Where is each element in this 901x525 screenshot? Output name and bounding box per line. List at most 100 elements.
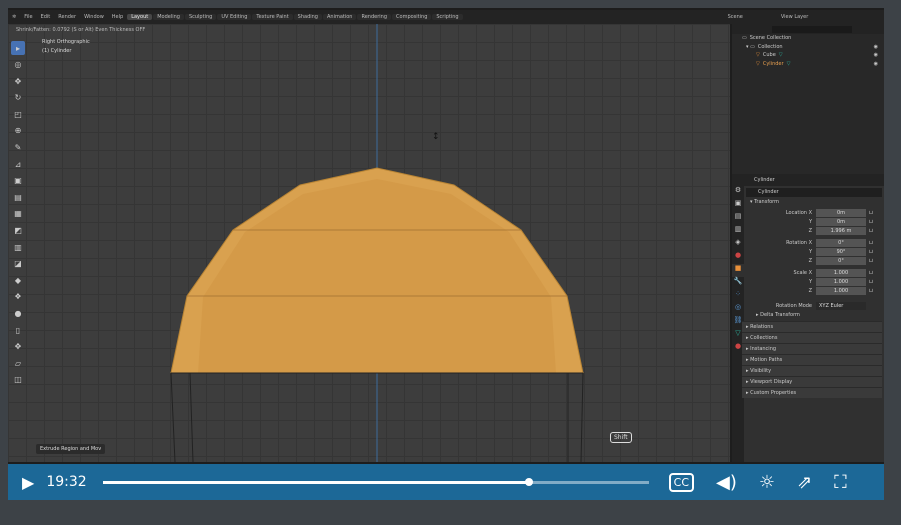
menu-window[interactable]: Window [80,14,108,20]
shear-tool-icon[interactable]: ▱ [11,356,25,370]
outliner-item[interactable]: ▾ ▭ Collection ◉ [732,43,884,52]
add-cube-tool-icon[interactable]: ▣ [11,174,25,188]
menu-file[interactable]: File [20,14,36,20]
transform-value-input[interactable]: 0° [816,238,866,247]
transform-value-input[interactable]: 90° [816,247,866,256]
lock-icon[interactable]: ⊔ [869,258,873,264]
lock-icon[interactable]: ⊔ [869,210,873,216]
transform-value-input[interactable]: 1.000 [816,268,866,277]
scene-tab-icon[interactable]: ◈ [732,238,744,251]
transform-field: Y 90° ⊔ [808,247,873,256]
panel-section[interactable]: ▸ Custom Properties [742,387,882,398]
transform-value-input[interactable]: 1.996 m [816,226,866,235]
world-tab-icon[interactable]: ● [732,251,744,264]
tab-layout[interactable]: Layout [127,14,153,20]
transform-field: Y 0m ⊔ [808,217,873,226]
play-icon[interactable]: ▶ [22,473,34,492]
collection-icon: ▾ ▭ [746,43,755,50]
object-tab-icon[interactable]: ■ [732,264,744,277]
operator-panel[interactable]: Extrude Region and Mov [36,444,106,454]
mesh-view: ↕ [170,24,584,462]
object-name-field[interactable]: Cylinder [746,188,882,197]
menu-help[interactable]: Help [108,14,127,20]
eye-icon[interactable]: ◉ [874,52,878,58]
spin-tool-icon[interactable]: ❖ [11,290,25,304]
outliner-item[interactable]: ▭ Scene Collection [732,34,884,43]
tab-rendering[interactable]: Rendering [357,14,392,20]
3d-viewport[interactable]: Shrink/Fatten: 0.0792 (S or Alt) Even Th… [8,24,730,462]
eye-icon[interactable]: ◉ [874,44,878,50]
rotate-tool-icon[interactable]: ↻ [11,91,25,105]
transform-value-input[interactable]: 1.000 [816,277,866,286]
particles-tab-icon[interactable]: ⁘ [732,290,744,303]
menu-render[interactable]: Render [54,14,80,20]
scale-tool-icon[interactable]: ◰ [11,107,25,121]
modifier-tab-icon[interactable]: 🔧 [732,277,744,290]
panel-section[interactable]: ▸ Viewport Display [742,376,882,387]
lock-icon[interactable]: ⊔ [869,288,873,294]
settings-gear-icon[interactable]: ☼ [759,472,775,493]
lock-icon[interactable]: ⊔ [869,249,873,255]
lock-icon[interactable]: ⊔ [869,270,873,276]
panel-section[interactable]: ▸ Collections [742,332,882,343]
transform-value-input[interactable]: 1.000 [816,286,866,295]
eye-icon[interactable]: ◉ [874,61,878,67]
tab-scripting[interactable]: Scripting [432,14,463,20]
panel-section[interactable]: ▸ Relations [742,321,882,332]
transform-value-input[interactable]: 0m [816,208,866,217]
measure-tool-icon[interactable]: ⊿ [11,157,25,171]
tab-compositing[interactable]: Compositing [392,14,432,20]
transform-tool-icon[interactable]: ⊕ [11,124,25,138]
panel-section[interactable]: ▸ Visibility [742,365,882,376]
lock-icon[interactable]: ⊔ [869,240,873,246]
progress-knob[interactable] [524,477,533,486]
tab-texture-paint[interactable]: Texture Paint [252,14,293,20]
outliner-item[interactable]: ▽ Cylinder ▽ ◉ [732,60,884,69]
annotate-tool-icon[interactable]: ✎ [11,141,25,155]
delta-transform-section[interactable]: ▸ Delta Transform [746,310,882,321]
tab-animation[interactable]: Animation [322,14,357,20]
scene-selector[interactable]: Scene [724,14,747,20]
physics-tab-icon[interactable]: ◎ [732,303,744,316]
outliner-item[interactable]: ▽ Cube ▽ ◉ [732,51,884,60]
bevel-tool-icon[interactable]: ◩ [11,224,25,238]
move-tool-icon[interactable]: ✥ [11,74,25,88]
fullscreen-icon[interactable]: ⛶ [834,472,847,493]
progress-bar[interactable] [102,477,649,486]
smooth-tool-icon[interactable]: ● [11,307,25,321]
panel-section[interactable]: ▸ Instancing [742,343,882,354]
transform-value-input[interactable]: 0° [816,256,866,265]
loop-cut-tool-icon[interactable]: ▥ [11,240,25,254]
lock-icon[interactable]: ⊔ [869,228,873,234]
select-tool-icon[interactable]: ▸ [11,41,25,55]
transform-section[interactable]: ▾ Transform [746,197,882,208]
inset-tool-icon[interactable]: ▦ [11,207,25,221]
volume-icon[interactable]: ◀) [716,472,737,493]
extrude-tool-icon[interactable]: ▤ [11,190,25,204]
poly-build-tool-icon[interactable]: ◆ [11,273,25,287]
knife-tool-icon[interactable]: ◪ [11,257,25,271]
tab-sculpting[interactable]: Sculpting [184,14,217,20]
tab-shading[interactable]: Shading [293,14,322,20]
tool-tab-icon[interactable]: ⚙ [732,186,744,199]
rotation-mode-select[interactable]: XYZ Euler [816,301,866,310]
share-icon[interactable]: ⇗ [797,472,812,493]
view-layer-tab-icon[interactable]: ▥ [732,225,744,238]
captions-icon[interactable]: CC [668,472,695,492]
edge-slide-tool-icon[interactable]: ▯ [11,323,25,337]
lock-icon[interactable]: ⊔ [869,279,873,285]
render-tab-icon[interactable]: ▣ [732,199,744,212]
blender-logo-icon[interactable]: ✲ [8,14,20,20]
view-layer-selector[interactable]: View Layer [777,14,812,20]
tab-uv-editing[interactable]: UV Editing [217,14,252,20]
outliner-search-input[interactable] [772,25,852,33]
shrink-fatten-tool-icon[interactable]: ✥ [11,340,25,354]
rip-tool-icon[interactable]: ◫ [11,373,25,387]
tab-modeling[interactable]: Modeling [153,14,184,20]
menu-edit[interactable]: Edit [37,14,55,20]
cursor-tool-icon[interactable]: ◎ [11,58,25,72]
panel-section[interactable]: ▸ Motion Paths [742,354,882,365]
transform-value-input[interactable]: 0m [816,217,866,226]
lock-icon[interactable]: ⊔ [869,219,873,225]
output-tab-icon[interactable]: ▤ [732,212,744,225]
